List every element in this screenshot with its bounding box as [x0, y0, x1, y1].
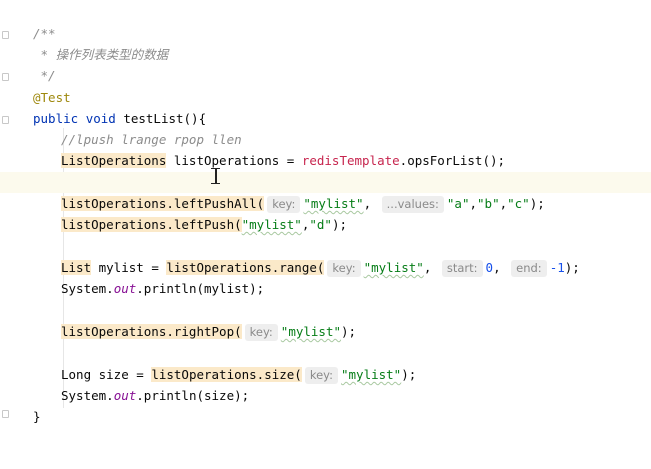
comma: ,	[499, 196, 508, 211]
println-call: .println(mylist);	[136, 281, 265, 296]
variable-decl: mylist =	[91, 260, 167, 275]
close-paren: );	[331, 217, 348, 232]
code-line: listOperations.rightPop(key: "mylist");	[0, 321, 651, 342]
param-hint-key: key:	[244, 324, 278, 341]
code-line: System.out.println(size);	[0, 385, 651, 406]
string-literal: "b"	[477, 196, 500, 211]
keyword-void: void	[85, 111, 116, 126]
param-hint-key: key:	[304, 367, 338, 384]
text-cursor-icon	[210, 167, 222, 185]
close-paren: );	[341, 324, 357, 339]
size-call: listOperations.size(	[151, 367, 302, 382]
code-line: @Test	[0, 87, 651, 108]
test-annotation: @Test	[33, 90, 71, 105]
type-list-operations: ListOperations	[61, 153, 167, 168]
close-paren: );	[564, 260, 580, 275]
code-line: listOperations.leftPush("mylist","d");	[0, 214, 651, 235]
code-line: /**	[0, 23, 651, 44]
code-line: ListOperations listOperations = redisTem…	[0, 150, 651, 171]
code-line: public void testList(){	[0, 108, 651, 129]
right-pop-call: listOperations.rightPop(	[61, 324, 242, 339]
code-line: Long size = listOperations.size(key: "myl…	[0, 364, 651, 385]
code-line: }	[0, 406, 651, 427]
system-ref: System.	[61, 281, 114, 296]
comma: ,	[493, 260, 501, 275]
comma: ,	[423, 260, 432, 275]
string-literal: "c"	[507, 196, 530, 211]
comma: ,	[469, 196, 478, 211]
doc-comment-star: *	[33, 47, 56, 62]
variable-decl: listOperations =	[166, 153, 302, 168]
code-line: //lpush lrange rpop llen	[0, 129, 651, 150]
number-literal: -1	[549, 260, 565, 275]
param-hint-key: key:	[267, 196, 301, 213]
closing-brace: }	[33, 409, 41, 424]
system-ref: System.	[61, 388, 114, 403]
left-push-all-call: listOperations.leftPushAll(	[61, 196, 265, 211]
doc-comment-open: /**	[33, 26, 56, 41]
current-line[interactable]	[0, 172, 651, 193]
redis-template-ref: redisTemplate	[301, 153, 400, 168]
string-literal: "a"	[446, 196, 470, 211]
method-signature: testList(){	[123, 111, 207, 126]
line-comment: //lpush lrange rpop llen	[61, 132, 242, 147]
close-paren: );	[401, 367, 417, 382]
doc-comment-text: 操作列表类型的数据	[55, 47, 169, 62]
string-literal: "mylist"	[241, 217, 302, 232]
param-hint-key: key:	[327, 260, 361, 277]
ops-for-list-call: .opsForList();	[399, 153, 506, 168]
left-push-call: listOperations.leftPush(	[61, 217, 242, 232]
type-list: List	[61, 260, 92, 275]
keyword-public: public	[33, 111, 79, 126]
code-line: */	[0, 65, 651, 86]
string-literal: "mylist"	[341, 367, 402, 382]
println-call: .println(size);	[136, 388, 250, 403]
out-field: out	[113, 388, 137, 403]
string-literal: "mylist"	[303, 196, 364, 211]
param-hint-values: ...values:	[381, 196, 444, 213]
range-call: listOperations.range(	[166, 260, 325, 275]
string-literal: "mylist"	[280, 324, 342, 339]
string-literal: "d"	[309, 217, 332, 232]
code-line: listOperations.leftPushAll(key: "mylist",…	[0, 193, 651, 214]
string-literal: "mylist"	[363, 260, 424, 275]
code-line: System.out.println(mylist);	[0, 278, 651, 299]
variable-decl: Long size =	[61, 367, 152, 382]
number-literal: 0	[485, 260, 494, 275]
close-paren: );	[529, 196, 545, 211]
out-field: out	[113, 281, 137, 296]
doc-comment-close: */	[33, 68, 56, 83]
param-hint-end: end:	[511, 260, 547, 277]
code-line: List mylist = listOperations.range(key: "…	[0, 257, 651, 278]
comma: ,	[363, 196, 372, 211]
code-line: * 操作列表类型的数据	[0, 44, 651, 65]
param-hint-start: start:	[441, 260, 483, 277]
